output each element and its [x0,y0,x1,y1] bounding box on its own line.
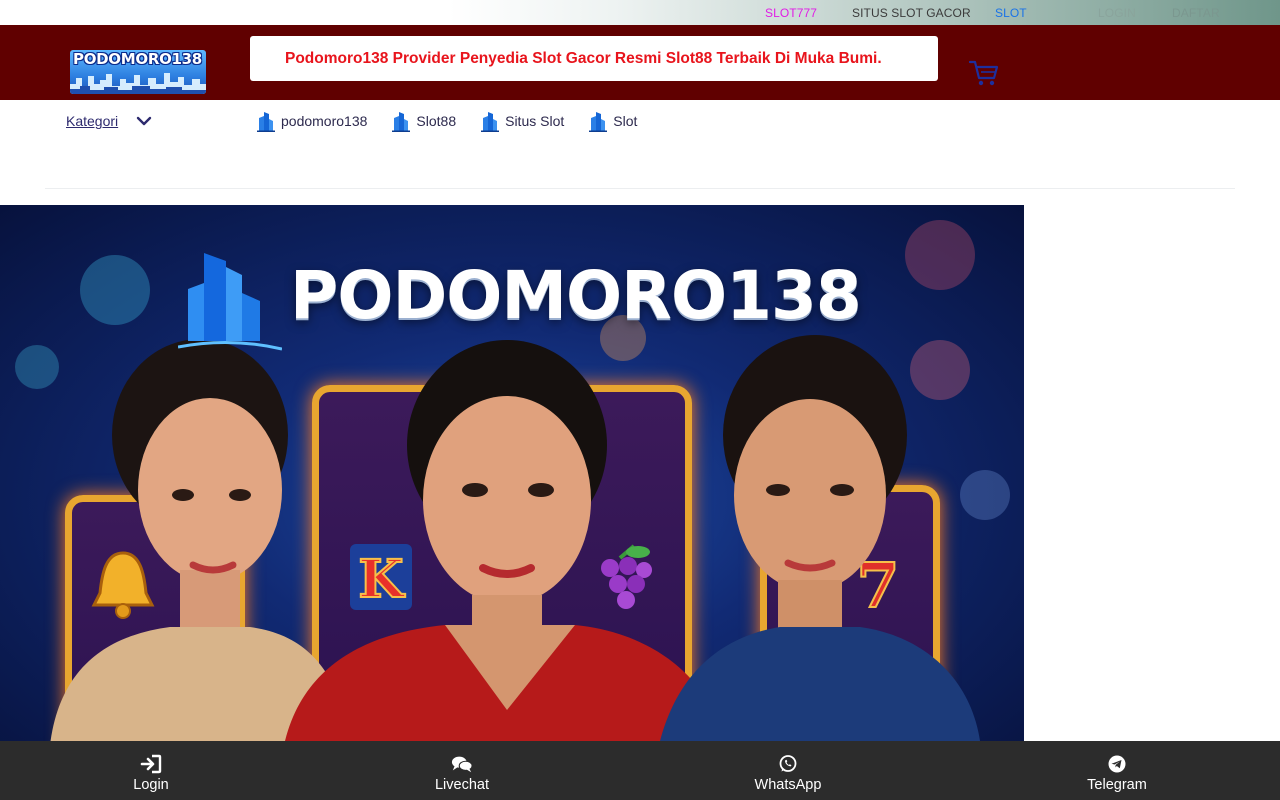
main-nav: podomoro138 Slot88 Situs Slot Slot [256,109,661,133]
announcement-marquee: Podomoro138 Provider Penyedia Slot Gacor… [250,36,938,81]
whatsapp-button[interactable]: WhatsApp [748,741,828,800]
building-logo-icon [178,253,282,351]
banner-title: PODOMORO138 [290,257,862,334]
nav-link-label: podomoro138 [281,113,368,129]
site-logo[interactable]: PODOMORO138 [70,50,206,94]
marquee-text: Podomoro138 Provider Penyedia Slot Gacor… [285,50,882,67]
top-bar: SLOT777 SITUS SLOT GACOR SLOT LOGIN DAFT… [0,0,1280,25]
nav-link-slot[interactable]: Slot [588,109,637,133]
building-icon [589,112,608,132]
nav-link-situs-slot[interactable]: Situs Slot [480,109,564,133]
nav-link-label: Situs Slot [505,113,565,129]
building-icon [392,112,411,132]
topbar-link-slot[interactable]: SLOT [995,6,1027,20]
telegram-button[interactable]: Telegram [1077,741,1157,800]
nav-link-slot88[interactable]: Slot88 [391,109,456,133]
chevron-down-icon[interactable] [136,114,152,128]
chat-icon [451,756,473,773]
site-header: PODOMORO138 Podomoro138 Provider Penyedi… [0,25,1280,100]
bokeh-light [905,220,975,290]
login-icon [140,754,162,774]
whatsapp-label: WhatsApp [754,777,822,793]
bottom-action-bar: Login Livechat WhatsApp Telegram [0,741,1280,800]
login-button[interactable]: Login [121,741,181,800]
model-right-illustration [660,335,980,741]
nav-divider [45,188,1235,189]
livechat-label: Livechat [434,777,489,793]
login-label: Login [133,777,169,793]
city-skyline-icon [70,73,206,94]
nav-link-podomoro138[interactable]: podomoro138 [256,109,367,133]
topbar-link-login[interactable]: LOGIN [1098,6,1136,20]
telegram-label: Telegram [1087,777,1147,793]
telegram-icon [1108,755,1126,773]
topbar-link-daftar[interactable]: DAFTAR [1172,6,1220,20]
building-icon [257,112,275,132]
hero-banner[interactable]: K 7 PODOMORO138 [0,205,1024,741]
nav-link-label: Slot88 [416,113,457,129]
logo-text: PODOMORO138 [73,50,202,68]
livechat-button[interactable]: Livechat [422,741,502,800]
topbar-link-situs-slot-gacor[interactable]: SITUS SLOT GACOR [852,6,971,20]
kategori-dropdown[interactable]: Kategori [66,113,118,129]
whatsapp-icon [779,755,797,772]
cart-icon[interactable] [968,58,1000,88]
topbar-link-slot777[interactable]: SLOT777 [765,6,817,20]
bokeh-light [80,255,150,325]
building-icon [481,112,500,132]
nav-link-label: Slot [613,113,638,129]
